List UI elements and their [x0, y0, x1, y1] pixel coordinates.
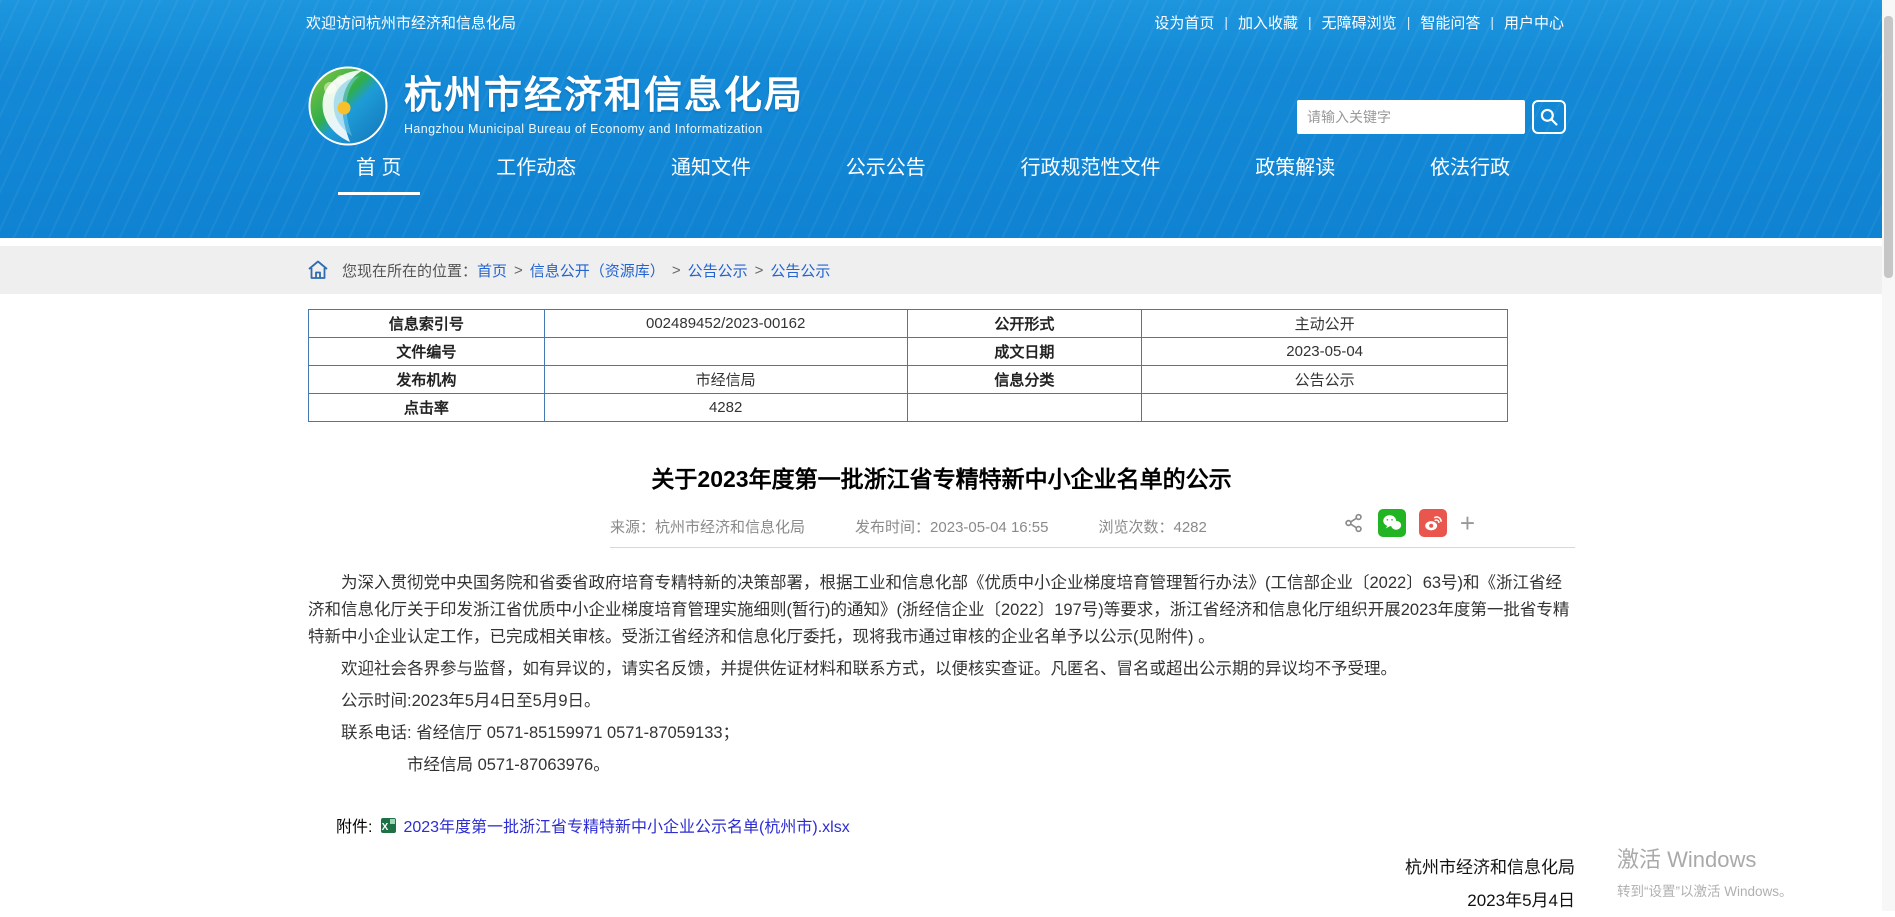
main-content: 信息索引号 002489452/2023-00162 公开形式 主动公开 文件编… [0, 309, 1580, 917]
page: 欢迎访问杭州市经济和信息化局 设为首页 | 加入收藏 | 无障碍浏览 | 智能问… [0, 0, 1882, 911]
breadcrumb-separator: > [755, 262, 764, 279]
table-row: 信息索引号 002489452/2023-00162 公开形式 主动公开 [309, 310, 1508, 338]
breadcrumb-link-announcements-current[interactable]: 公告公示 [770, 260, 830, 281]
topbar-link-accessibility[interactable]: 无障碍浏览 [1322, 12, 1397, 33]
share-icon[interactable] [1343, 512, 1365, 534]
topbar-link-favorite[interactable]: 加入收藏 [1238, 12, 1298, 33]
article: 关于2023年度第一批浙江省专精特新中小企业名单的公示 来源：杭州市经济和信息化… [308, 460, 1575, 917]
issue-date-label: 成文日期 [907, 338, 1142, 366]
site-titles: 杭州市经济和信息化局 Hangzhou Municipal Bureau of … [404, 76, 804, 137]
topbar-separator: | [1490, 14, 1494, 30]
nav-item-work-news[interactable]: 工作动态 [478, 137, 594, 195]
pubtime-field: 发布时间：2023-05-04 16:55 [855, 516, 1048, 537]
article-signature: 杭州市经济和信息化局 2023年5月4日 [308, 851, 1575, 917]
open-form-value: 主动公开 [1142, 310, 1508, 338]
nav-item-policy-interpretation[interactable]: 政策解读 [1237, 137, 1353, 195]
info-index-value: 002489452/2023-00162 [544, 310, 907, 338]
paragraph: 为深入贯彻党中央国务院和省委省政府培育专精特新的决策部署，根据工业和信息化部《优… [308, 570, 1575, 651]
paragraph: 市经信局 0571-87063976。 [308, 752, 1575, 779]
views-field: 浏览次数：4282 [1098, 516, 1206, 537]
wechat-share-icon[interactable] [1378, 509, 1406, 537]
attachment-label: 附件: [336, 813, 372, 837]
windows-activation-watermark: 激活 Windows 转到“设置”以激活 Windows。 [1617, 842, 1793, 900]
paragraph: 欢迎社会各界参与监督，如有异议的，请实名反馈，并提供佐证材料和联系方式，以便核实… [308, 656, 1575, 683]
site-header: 欢迎访问杭州市经济和信息化局 设为首页 | 加入收藏 | 无障碍浏览 | 智能问… [0, 0, 1882, 238]
source-field: 来源：杭州市经济和信息化局 [610, 516, 805, 537]
document-info-table: 信息索引号 002489452/2023-00162 公开形式 主动公开 文件编… [308, 309, 1508, 422]
breadcrumb-prefix: 您现在所在的位置： [342, 260, 477, 281]
site-subtitle: Hangzhou Municipal Bureau of Economy and… [404, 122, 804, 136]
nav-item-administrative-documents[interactable]: 行政规范性文件 [1003, 137, 1179, 195]
weibo-share-icon[interactable] [1419, 509, 1447, 537]
watermark-subtitle: 转到“设置”以激活 Windows。 [1617, 880, 1793, 900]
welcome-text: 欢迎访问杭州市经济和信息化局 [306, 12, 516, 33]
watermark-title: 激活 Windows [1617, 842, 1793, 874]
publisher-label: 发布机构 [309, 366, 545, 394]
attachment-row: 附件: X 2023年度第一批浙江省专精特新中小企业公示名单(杭州市).xlsx [308, 813, 1575, 837]
search-input[interactable] [1297, 100, 1525, 134]
table-row: 发布机构 市经信局 信息分类 公告公示 [309, 366, 1508, 394]
topbar-link-smart-qa[interactable]: 智能问答 [1420, 12, 1480, 33]
signature-org: 杭州市经济和信息化局 [308, 851, 1575, 884]
site-search [1297, 100, 1566, 134]
nav-item-notices[interactable]: 通知文件 [653, 137, 769, 195]
more-share-icon[interactable]: + [1460, 510, 1475, 536]
breadcrumb-separator: > [672, 262, 681, 279]
doc-number-value [544, 338, 907, 366]
search-icon [1539, 107, 1559, 127]
breadcrumb-link-home[interactable]: 首页 [477, 260, 507, 281]
table-row: 点击率 4282 [309, 394, 1508, 422]
nav-item-public-announcements[interactable]: 公示公告 [828, 137, 944, 195]
main-nav: 首 页 工作动态 通知文件 公示公告 行政规范性文件 政策解读 依法行政 [338, 137, 1528, 195]
topbar-links: 设为首页 | 加入收藏 | 无障碍浏览 | 智能问答 | 用户中心 [1154, 12, 1564, 33]
topbar-link-set-home[interactable]: 设为首页 [1154, 12, 1214, 33]
scrollbar-thumb[interactable] [1884, 16, 1893, 278]
category-label: 信息分类 [907, 366, 1142, 394]
scrollbar-track[interactable] [1882, 0, 1895, 911]
paragraph: 联系电话: 省经信厅 0571-85159971 0571-87059133； [308, 720, 1575, 747]
issue-date-value: 2023-05-04 [1142, 338, 1508, 366]
category-value: 公告公示 [1142, 366, 1508, 394]
svg-text:X: X [382, 822, 389, 833]
article-body: 为深入贯彻党中央国务院和省委省政府培育专精特新的决策部署，根据工业和信息化部《优… [308, 570, 1575, 779]
home-icon [306, 258, 330, 282]
site-brand: 杭州市经济和信息化局 Hangzhou Municipal Bureau of … [308, 66, 804, 146]
topbar-link-user-center[interactable]: 用户中心 [1504, 12, 1564, 33]
hits-value: 4282 [544, 394, 907, 422]
bureau-logo-globe-icon [308, 66, 388, 146]
signature-date: 2023年5月4日 [308, 884, 1575, 917]
divider [610, 547, 1575, 548]
article-meta: 来源：杭州市经济和信息化局 发布时间：2023-05-04 16:55 浏览次数… [308, 511, 1575, 541]
empty-cell [907, 394, 1142, 422]
open-form-label: 公开形式 [907, 310, 1142, 338]
search-button[interactable] [1532, 100, 1566, 134]
site-title: 杭州市经济和信息化局 [404, 76, 804, 118]
hits-label: 点击率 [309, 394, 545, 422]
topbar-separator: | [1308, 14, 1312, 30]
share-toolbar: + [1343, 509, 1475, 537]
paragraph: 公示时间:2023年5月4日至5月9日。 [308, 688, 1575, 715]
breadcrumb-link-announcements[interactable]: 公告公示 [688, 260, 748, 281]
table-row: 文件编号 成文日期 2023-05-04 [309, 338, 1508, 366]
empty-cell [1142, 394, 1508, 422]
excel-file-icon: X [380, 817, 397, 834]
nav-item-law-administration[interactable]: 依法行政 [1412, 137, 1528, 195]
nav-item-home[interactable]: 首 页 [338, 137, 420, 195]
breadcrumb: 您现在所在的位置： 首页 > 信息公开（资源库） > 公告公示 > 公告公示 [0, 246, 1882, 294]
topbar-separator: | [1407, 14, 1411, 30]
breadcrumb-link-info-disclosure[interactable]: 信息公开（资源库） [530, 260, 665, 281]
page-title: 关于2023年度第一批浙江省专精特新中小企业名单的公示 [308, 460, 1575, 494]
doc-number-label: 文件编号 [309, 338, 545, 366]
info-index-label: 信息索引号 [309, 310, 545, 338]
attachment-link[interactable]: 2023年度第一批浙江省专精特新中小企业公示名单(杭州市).xlsx [403, 813, 849, 837]
topbar: 欢迎访问杭州市经济和信息化局 设为首页 | 加入收藏 | 无障碍浏览 | 智能问… [0, 0, 1882, 44]
publisher-value: 市经信局 [544, 366, 907, 394]
topbar-separator: | [1224, 14, 1228, 30]
breadcrumb-separator: > [514, 262, 523, 279]
